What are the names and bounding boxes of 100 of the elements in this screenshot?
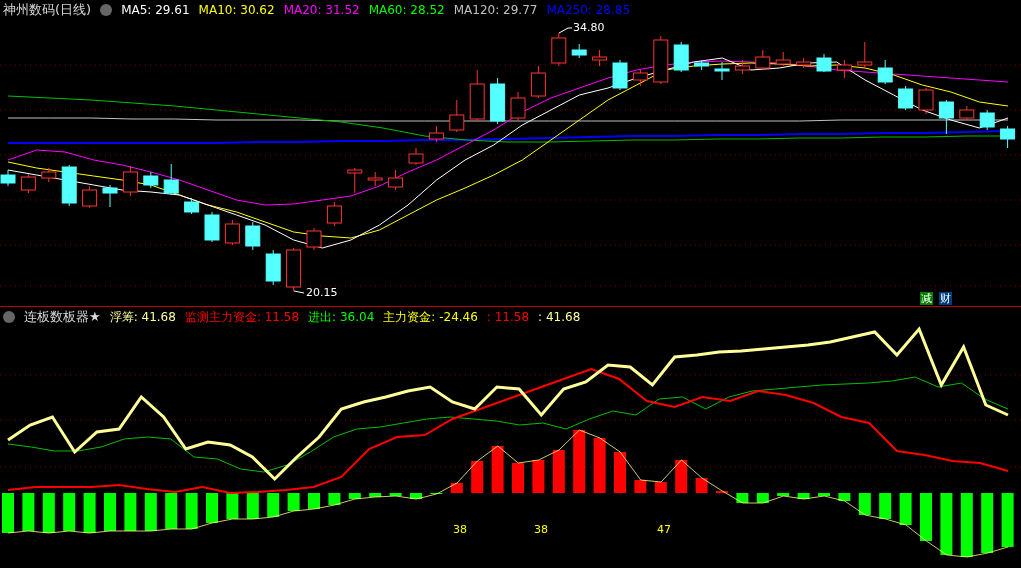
bar-value-label: 38 <box>534 523 548 536</box>
histogram-bar <box>512 463 524 493</box>
candlestick <box>530 65 546 99</box>
candlestick <box>571 43 587 59</box>
candlestick <box>245 221 261 251</box>
candlestick <box>775 51 791 67</box>
ma-value: MA60: 28.52 <box>368 3 445 17</box>
candlestick <box>673 41 689 73</box>
candlestick <box>836 59 852 79</box>
candlestick <box>143 171 159 189</box>
candlestick <box>204 211 220 243</box>
candlestick <box>347 167 363 194</box>
histogram-bar <box>206 493 218 523</box>
bar-value-label: 47 <box>657 523 671 536</box>
candlestick <box>428 125 444 143</box>
histogram-bar <box>654 482 667 493</box>
histogram-bar <box>879 493 892 519</box>
histogram-bar <box>573 430 586 493</box>
candlestick <box>20 173 36 194</box>
candlestick <box>163 163 179 196</box>
candlestick <box>224 219 240 246</box>
histogram-bar <box>389 493 402 496</box>
candlestick <box>959 105 975 121</box>
histogram-bar <box>593 438 606 493</box>
candlestick <box>653 35 669 85</box>
candlestick <box>918 87 934 115</box>
candlestick <box>184 197 200 215</box>
histogram-bar <box>287 493 300 511</box>
candlestick <box>490 77 506 125</box>
candlestick <box>510 91 526 121</box>
low-price-label: 20.15 <box>306 286 338 299</box>
candlestick <box>592 49 608 67</box>
histogram-bar <box>144 493 157 531</box>
candlestick <box>326 201 342 227</box>
histogram-bar <box>756 493 769 503</box>
histogram-bar <box>165 493 178 529</box>
dropdown-icon[interactable] <box>3 311 15 323</box>
indicator-value: 进出: 36.04 <box>308 308 375 326</box>
candlestick <box>1000 125 1016 149</box>
ma-value: MA10: 30.62 <box>198 3 275 17</box>
histogram-bar <box>83 493 96 533</box>
histogram-bar <box>818 493 830 496</box>
histogram-bar <box>471 461 484 493</box>
histogram-bar <box>185 493 198 529</box>
candlestick <box>612 59 628 91</box>
indicator-value: 监测主力资金: 11.58 <box>184 308 300 326</box>
histogram-bar <box>308 493 320 509</box>
indicator-title: 连板数板器★ <box>24 308 101 326</box>
histogram-bar <box>940 493 953 555</box>
histogram-bar <box>410 493 422 499</box>
histogram-bar <box>2 493 14 533</box>
candlestick <box>0 169 16 187</box>
candlestick <box>306 227 322 251</box>
candlestick <box>816 53 832 73</box>
indicator-value: : 11.58 <box>486 310 530 324</box>
indicator-value: : 41.68 <box>538 310 581 324</box>
indicator-value: 浮筹: 41.68 <box>109 308 176 326</box>
candlestick <box>265 249 281 286</box>
histogram-bar <box>348 493 361 499</box>
histogram-bar <box>42 493 55 533</box>
histogram-bar <box>450 483 463 493</box>
candlestick <box>796 57 812 69</box>
bar-value-label: 38 <box>453 523 467 536</box>
stock-title: 神州数码(日线) <box>3 1 92 19</box>
histogram-bar <box>695 478 708 493</box>
histogram-bar <box>675 460 688 493</box>
histogram-bar <box>960 493 973 557</box>
histogram-bar <box>246 493 259 519</box>
histogram-bar <box>634 480 647 493</box>
histogram-bar <box>267 493 280 517</box>
histogram-bar <box>369 493 382 497</box>
candlestick <box>979 109 995 131</box>
ma-value: MA5: 29.61 <box>121 3 190 17</box>
candlestick <box>367 171 383 187</box>
histogram-bar <box>838 493 851 501</box>
candlestick <box>632 69 648 87</box>
histogram-bar <box>226 493 239 519</box>
ma-value: MA120: 29.77 <box>453 3 538 17</box>
histogram-bar <box>920 493 932 541</box>
candlestick <box>82 185 98 209</box>
histogram-bar <box>22 493 35 531</box>
candlestick <box>714 61 730 81</box>
candlestick <box>388 169 404 191</box>
candlestick <box>898 85 914 111</box>
histogram-bar <box>777 493 790 496</box>
dropdown-icon[interactable] <box>100 4 113 16</box>
candlestick <box>449 99 465 133</box>
event-badge[interactable]: 减 <box>920 292 933 305</box>
candlestick <box>408 147 424 166</box>
histogram-bar <box>899 493 912 525</box>
event-badge[interactable]: 财 <box>939 292 952 305</box>
histogram-bar <box>532 460 545 493</box>
histogram-bar <box>797 493 810 499</box>
histogram-bar <box>1001 493 1014 547</box>
candlestick <box>102 184 118 208</box>
ma-value: MA20: 31.52 <box>283 3 360 17</box>
candlestick <box>755 49 771 71</box>
candlestick <box>734 59 750 75</box>
candlestick <box>694 59 710 71</box>
indicator-value: 主力资金: -24.46 <box>383 308 478 326</box>
